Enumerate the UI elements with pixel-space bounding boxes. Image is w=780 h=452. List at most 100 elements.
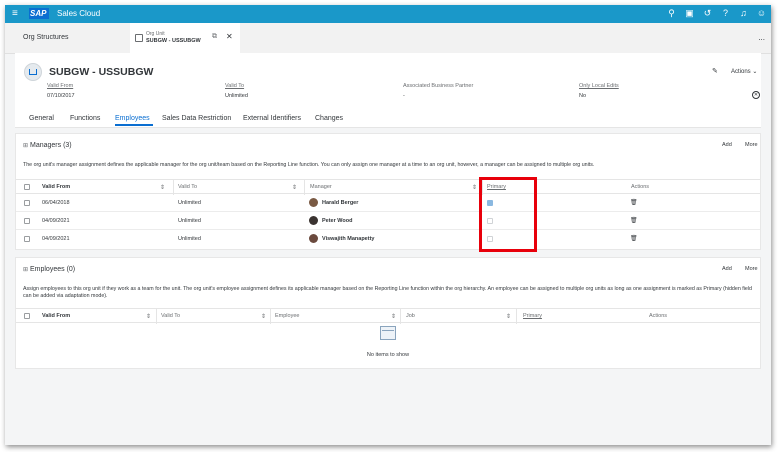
tab-name: SUBGW - USSUBGW (146, 38, 201, 44)
employees-more-button[interactable]: More (745, 266, 758, 272)
menu-icon[interactable]: ≡ (12, 8, 18, 20)
col-manager[interactable]: Manager (310, 184, 332, 190)
empty-table-icon (380, 326, 396, 340)
col-valid-to[interactable]: Valid To (161, 313, 180, 319)
cell-valid-to: Unlimited (178, 200, 201, 206)
avatar (309, 234, 318, 243)
cell-valid-to: Unlimited (178, 218, 201, 224)
managers-count: (3) (63, 142, 72, 149)
product-name: Sales Cloud (57, 9, 101, 18)
clear-icon[interactable]: ✕ (752, 91, 760, 99)
attr-value: - (403, 93, 405, 99)
tab-employees[interactable]: Employees (115, 115, 150, 122)
col-valid-from[interactable]: Valid From (42, 184, 70, 190)
col-employee[interactable]: Employee (275, 313, 299, 319)
tab-org-unit[interactable]: Org Unit SUBGW - USSUBGW ⧉ ✕ (130, 23, 240, 53)
header-attributes: Valid From 07/10/2017 Valid To Unlimited… (47, 83, 757, 107)
sort-icon[interactable]: ⇕ (506, 313, 511, 320)
attr-value: Unlimited (225, 93, 248, 99)
col-actions: Actions (631, 184, 650, 190)
sort-icon[interactable]: ⇕ (472, 184, 477, 191)
tab-changes[interactable]: Changes (315, 115, 343, 122)
managers-title: Managers (29, 142, 62, 149)
employees-header: ⊞ Employees (0) (23, 266, 75, 273)
tab-functions[interactable]: Functions (70, 115, 100, 122)
sort-icon[interactable]: ⇕ (160, 184, 165, 191)
managers-add-button[interactable]: Add (722, 142, 732, 148)
column-divider (516, 309, 517, 324)
table-icon: ⊞ (23, 143, 29, 149)
column-divider (173, 180, 174, 195)
edit-icon[interactable]: ✎ (712, 67, 718, 75)
tab-external-identifiers[interactable]: External Identifiers (243, 115, 301, 122)
col-job[interactable]: Job (406, 313, 415, 319)
attr-label[interactable]: Valid From (47, 83, 75, 89)
attr-business-partner: Associated Business Partner - (403, 83, 473, 99)
attr-label[interactable]: Only Local Edits (579, 83, 619, 89)
cell-valid-to: Unlimited (178, 236, 201, 242)
cell-valid-from: 06/04/2018 (42, 200, 70, 206)
history-icon[interactable]: ↺ (702, 8, 713, 19)
empty-message: No items to show (366, 352, 410, 358)
avatar (309, 198, 318, 207)
attr-label[interactable]: Valid To (225, 83, 248, 89)
sort-icon[interactable]: ⇕ (146, 313, 151, 320)
tab-org-structures[interactable]: Org Structures (23, 34, 69, 41)
page-title: SUBGW - USSUBGW (49, 66, 154, 78)
row-checkbox[interactable] (24, 218, 30, 224)
notifications-icon[interactable]: ♫ (738, 8, 749, 19)
table-row[interactable]: 04/09/2021 Unlimited Peter Wood 🗑 (16, 212, 760, 230)
attr-label: Associated Business Partner (403, 83, 474, 89)
app-window: ≡ SAP Sales Cloud ⚲ ▣ ↺ ? ♫ ☺ Org Struct… (5, 5, 771, 445)
user-icon[interactable]: ☺ (756, 8, 767, 19)
section-tabs: General Functions Employees Sales Data R… (15, 111, 761, 128)
table-row[interactable]: 04/09/2021 Unlimited Viswajith Manapetty… (16, 230, 760, 248)
employees-column-header: Valid From ⇕ Valid To ⇕ Employee ⇕ Job ⇕… (16, 308, 760, 324)
hierarchy-icon (29, 69, 37, 75)
overflow-button[interactable]: ... (758, 33, 765, 42)
search-icon[interactable]: ⚲ (666, 8, 677, 19)
attr-value: No (579, 93, 587, 99)
managers-column-header: Valid From ⇕ Valid To ⇕ Manager ⇕ Primar… (16, 179, 760, 195)
sort-icon[interactable]: ⇕ (391, 313, 396, 320)
delete-icon[interactable]: 🗑 (630, 199, 638, 206)
employees-description: Assign employees to this org unit if the… (23, 286, 752, 299)
delete-icon[interactable]: 🗑 (630, 235, 638, 242)
col-valid-to[interactable]: Valid To (178, 184, 197, 190)
shell-icons: ⚲ ▣ ↺ ? ♫ ☺ (666, 8, 767, 19)
close-icon[interactable]: ✕ (226, 32, 233, 41)
tab-sales-data-restriction[interactable]: Sales Data Restriction (162, 115, 231, 122)
attr-local-edits: Only Local Edits No (579, 83, 619, 99)
row-checkbox[interactable] (24, 236, 30, 242)
tab-bar: Org Structures Org Unit SUBGW - USSUBGW … (5, 23, 771, 54)
delete-icon[interactable]: 🗑 (630, 217, 638, 224)
table-row[interactable]: 06/04/2018 Unlimited Harald Berger 🗑 (16, 194, 760, 212)
col-primary[interactable]: Primary (523, 313, 542, 319)
sap-logo: SAP (29, 8, 49, 19)
cell-manager[interactable]: Harald Berger (322, 200, 358, 206)
cell-manager[interactable]: Viswajith Manapetty (322, 236, 374, 242)
sort-icon[interactable]: ⇕ (292, 184, 297, 191)
select-all-checkbox[interactable] (24, 313, 30, 319)
table-icon: ⊞ (23, 267, 29, 273)
attr-valid-to: Valid To Unlimited (225, 83, 248, 99)
actions-button[interactable]: Actions ⌄ (731, 68, 757, 75)
help-icon[interactable]: ? (720, 8, 731, 19)
chat-icon[interactable]: ▣ (684, 8, 695, 19)
attr-value: 07/10/2017 (47, 93, 75, 99)
row-checkbox[interactable] (24, 200, 30, 206)
employees-title: Employees (29, 266, 65, 273)
popout-icon[interactable]: ⧉ (212, 33, 217, 41)
org-unit-avatar (24, 63, 42, 81)
managers-more-button[interactable]: More (745, 142, 758, 148)
sort-icon[interactable]: ⇕ (261, 313, 266, 320)
col-valid-from[interactable]: Valid From (42, 313, 70, 319)
attr-valid-from: Valid From 07/10/2017 (47, 83, 75, 99)
employees-section: ⊞ Employees (0) Add More Assign employee… (15, 257, 761, 369)
employees-count: (0) (66, 266, 76, 273)
tab-general[interactable]: General (29, 115, 54, 122)
active-tab-indicator (115, 124, 153, 126)
select-all-checkbox[interactable] (24, 184, 30, 190)
cell-manager[interactable]: Peter Wood (322, 218, 352, 224)
employees-add-button[interactable]: Add (722, 266, 732, 272)
